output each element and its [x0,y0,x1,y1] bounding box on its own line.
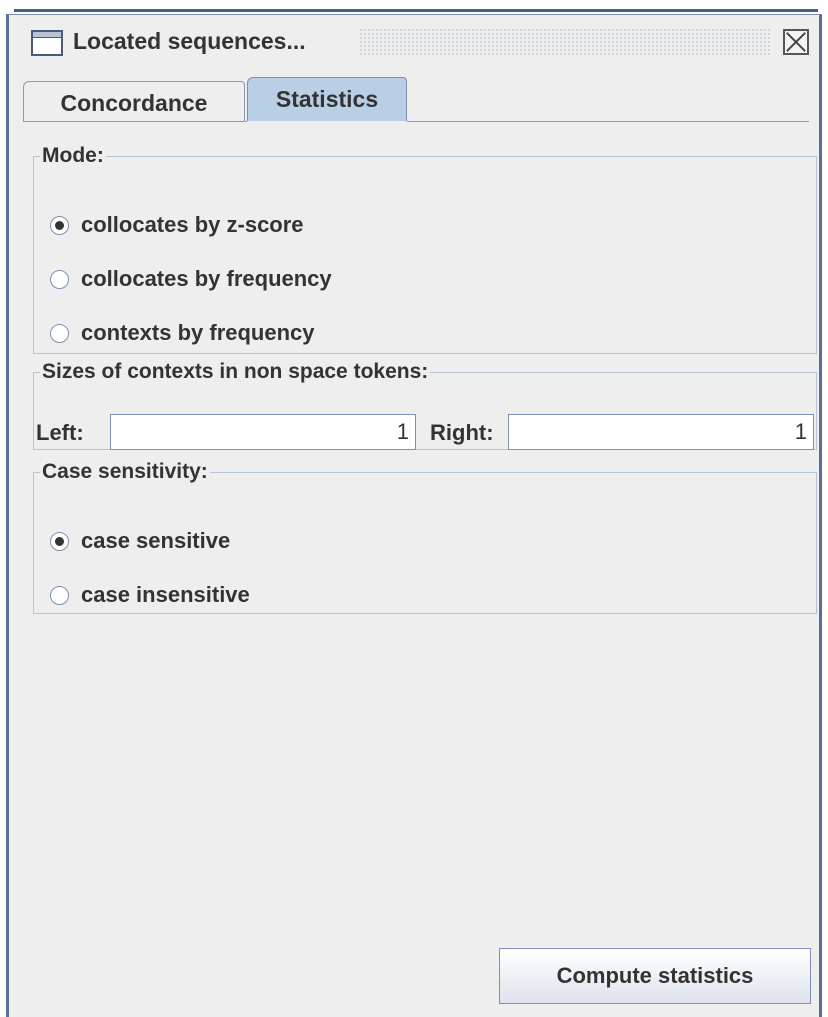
radio-label: contexts by frequency [81,320,315,345]
statistics-panel: Mode: collocates by z-score collocates b… [23,122,817,1004]
window-top-edge [14,0,828,14]
left-label: Left: [36,420,84,445]
tab-statistics[interactable]: Statistics [247,77,407,124]
title-bar-grip [359,28,771,56]
close-icon[interactable] [783,29,809,55]
radio-button[interactable] [50,269,69,289]
radio-label: case insensitive [81,582,250,607]
internal-frame-window: Located sequences... Concordance Statist… [6,14,822,1017]
radio-case-sensitive[interactable]: case sensitive [50,528,230,554]
right-label: Right: [430,420,494,445]
title-bar[interactable]: Located sequences... [9,15,819,67]
radio-contexts-frequency[interactable]: contexts by frequency [50,320,315,346]
sizes-legend: Sizes of contexts in non space tokens: [42,360,429,383]
radio-label: case sensitive [81,528,231,553]
left-size-input[interactable] [110,414,416,450]
tab-concordance[interactable]: Concordance [23,81,245,121]
window-title: Located sequences... [73,28,306,54]
radio-label: collocates by frequency [81,266,332,291]
window-icon [31,30,63,56]
right-size-input[interactable] [508,414,814,450]
radio-button[interactable] [50,585,69,605]
radio-button[interactable] [50,323,69,343]
mode-legend: Mode: [42,144,104,167]
radio-button-checked[interactable] [50,531,69,551]
radio-button-checked[interactable] [50,215,69,235]
case-legend: Case sensitivity: [42,460,208,483]
radio-label: collocates by z-score [81,212,304,237]
context-sizes-group: Sizes of contexts in non space tokens: L… [33,360,817,450]
compute-statistics-button[interactable]: Compute statistics [499,948,811,1004]
radio-case-insensitive[interactable]: case insensitive [50,582,250,608]
mode-group: Mode: collocates by z-score collocates b… [33,144,817,354]
tab-divider [23,121,809,122]
radio-collocates-zscore[interactable]: collocates by z-score [50,212,304,238]
radio-collocates-frequency[interactable]: collocates by frequency [50,266,332,292]
case-sensitivity-group: Case sensitivity: case sensitive case in… [33,460,817,614]
